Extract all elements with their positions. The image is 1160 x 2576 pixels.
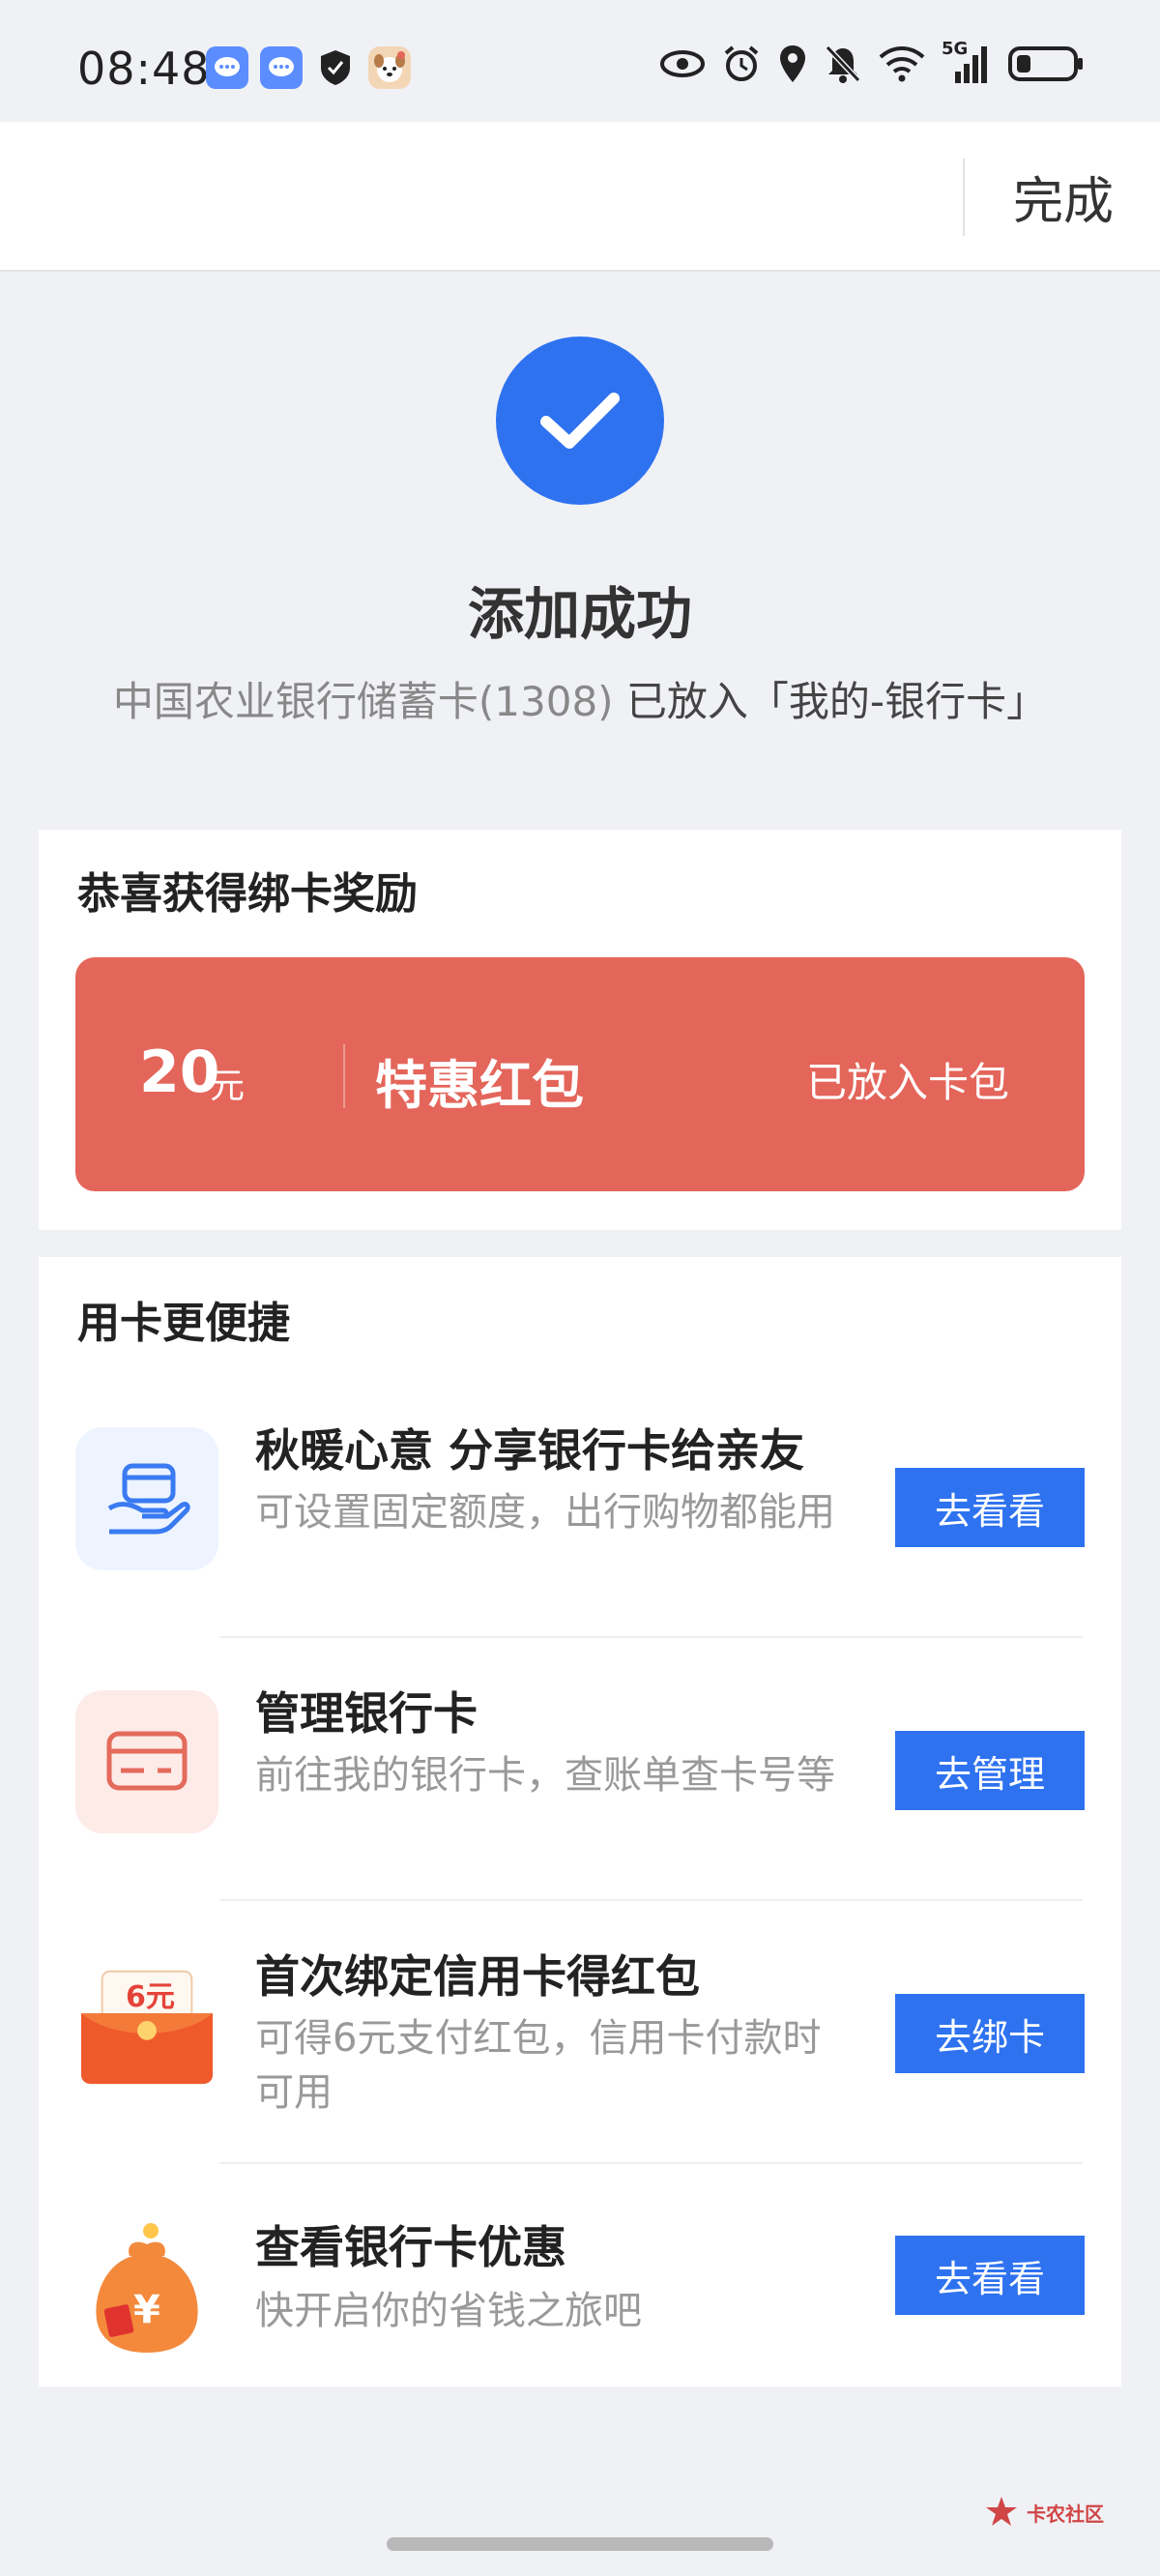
list-item: 6元 首次绑定信用卡得红包 可得6元支付红包，信用卡付款时可用 去绑卡 (39, 1901, 1121, 2164)
card-share-hand-icon (75, 1427, 218, 1570)
reward-status: 已放入卡包 (806, 1059, 1010, 1106)
system-icons: 5G (659, 39, 1085, 85)
battery-icon (1007, 44, 1085, 83)
success-title: 添加成功 (467, 581, 692, 647)
top-bar: 完成 (0, 122, 1160, 272)
dog-app-icon (368, 46, 411, 89)
bind-card-button[interactable]: 去绑卡 (895, 1994, 1085, 2073)
list-item: ¥ 查看银行卡优惠 快开启你的省钱之旅吧 去看看 (39, 2164, 1121, 2427)
red-envelope-icon: 6元 (75, 1953, 218, 2096)
item-description: 可得6元支付红包，信用卡付款时可用 (255, 2016, 822, 2115)
eye-icon (659, 49, 706, 78)
success-check-icon (496, 337, 664, 505)
reward-amount: 20 (139, 1039, 220, 1106)
success-description: 中国农业银行储蓄卡(1308) 已放入「我的-银行卡」 (0, 669, 1160, 728)
shield-app-icon (314, 46, 357, 89)
use-card-section: 用卡更便捷 秋暖心意 分享银行卡给亲友 可设置固定额度，出行购物都能用 去看看 … (39, 1257, 1121, 2386)
item-description: 可设置固定额度，出行购物都能用 (255, 1490, 835, 1535)
item-description: 快开启你的省钱之旅吧 (255, 2289, 642, 2333)
status-time: 08:48 (77, 43, 211, 95)
message-app-icon (260, 46, 303, 89)
use-section-title: 用卡更便捷 (77, 1299, 290, 1348)
header-divider (963, 159, 965, 236)
network-type: 5G (942, 39, 969, 59)
reward-unit: 元 (210, 1067, 246, 1106)
reward-name: 特惠红包 (375, 1055, 584, 1116)
view-offers-button[interactable]: 去看看 (895, 2236, 1085, 2315)
reward-divider (343, 1044, 345, 1108)
list-item: 管理银行卡 前往我的银行卡，查账单查卡号等 去管理 (39, 1638, 1121, 1901)
wifi-icon (878, 44, 926, 83)
envelope-amount-text: 6元 (126, 1980, 175, 2014)
card-name-text: 中国农业银行储蓄卡(1308) (112, 678, 626, 725)
reward-banner[interactable]: 20 元 特惠红包 已放入卡包 (75, 957, 1085, 1191)
home-indicator[interactable] (387, 2537, 773, 2551)
item-description: 前往我的银行卡，查账单查卡号等 (255, 1753, 835, 1798)
watermark-text: 卡农社区 (1027, 2502, 1104, 2526)
item-title: 管理银行卡 (255, 1687, 478, 1740)
item-title: 首次绑定信用卡得红包 (255, 1950, 700, 2003)
bag-yuan-text: ¥ (133, 2288, 160, 2332)
item-title: 秋暖心意 分享银行卡给亲友 (255, 1424, 805, 1477)
bank-card-icon (75, 1690, 218, 1833)
manage-card-button[interactable]: 去管理 (895, 1731, 1085, 1810)
list-item: 秋暖心意 分享银行卡给亲友 可设置固定额度，出行购物都能用 去看看 (39, 1375, 1121, 1638)
money-bag-icon: ¥ (75, 2216, 218, 2359)
item-title: 查看银行卡优惠 (255, 2221, 566, 2273)
message-app-icon (206, 46, 248, 89)
reward-card: 恭喜获得绑卡奖励 20 元 特惠红包 已放入卡包 (39, 830, 1121, 1230)
view-share-button[interactable]: 去看看 (895, 1468, 1085, 1547)
status-bar: 08:48 5G (0, 0, 1160, 122)
reward-card-title: 恭喜获得绑卡奖励 (77, 869, 418, 919)
done-button[interactable]: 完成 (967, 122, 1160, 272)
card-location-text: 已放入「我的-银行卡」 (625, 678, 1048, 725)
mute-bell-icon (824, 44, 862, 84)
notification-icons (206, 46, 411, 89)
watermark-logo-icon (986, 2497, 1017, 2526)
alarm-icon (721, 44, 762, 84)
signal-icon: 5G (942, 39, 992, 85)
watermark: 卡农社区 (984, 2495, 1104, 2530)
location-icon (777, 44, 808, 84)
